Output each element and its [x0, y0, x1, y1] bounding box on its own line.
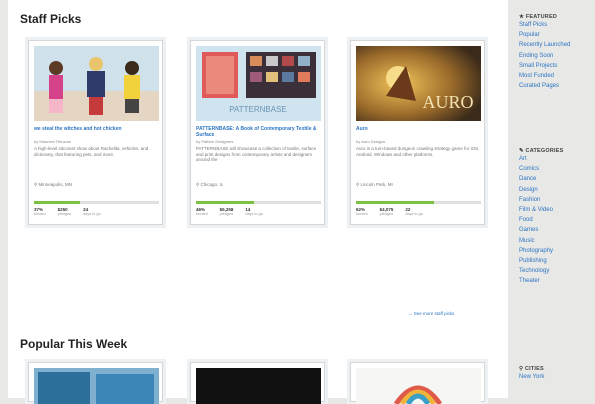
- sidebar-link-film-video[interactable]: Film & Video: [519, 205, 564, 215]
- sidebar-link-new-york[interactable]: New York: [519, 372, 544, 382]
- sidebar-link-staff-picks[interactable]: Staff Picks: [519, 20, 570, 30]
- project-card[interactable]: PATTERNBASE PATTERNBASE: A Book of Conte…: [190, 40, 325, 225]
- project-blurb: Auro is a turn-based dungeon crawling st…: [356, 146, 480, 157]
- sidebar-link-music[interactable]: Music: [519, 236, 564, 246]
- project-title[interactable]: PATTERNBASE: A Book of Contemporary Text…: [196, 126, 321, 138]
- sidebar-link-technology[interactable]: Technology: [519, 266, 564, 276]
- progress-bar: [34, 201, 159, 204]
- cities-section: ⚲ CITIES New York: [519, 366, 544, 382]
- project-image[interactable]: [196, 368, 321, 404]
- project-stats: 62% funded $4,075 pledged 22 days to go: [356, 207, 481, 217]
- sidebar-link-theater[interactable]: Theater: [519, 276, 564, 286]
- svg-text:PATTERNBASE: PATTERNBASE: [229, 105, 287, 114]
- progress-fill: [196, 201, 254, 204]
- stat-days: 22 days to go: [405, 207, 423, 216]
- project-creator: by Auro Designs: [356, 139, 386, 144]
- sidebar-link-publishing[interactable]: Publishing: [519, 256, 564, 266]
- sidebar-link-fashion[interactable]: Fashion: [519, 195, 564, 205]
- project-creator: by Pattern Designers: [196, 139, 234, 144]
- see-more-staff-picks-link[interactable]: → See more staff picks: [408, 311, 454, 316]
- project-blurb: A high-level sitcomet show about Racheli…: [34, 146, 149, 157]
- project-image[interactable]: [356, 368, 481, 404]
- sidebar-link-dance[interactable]: Dance: [519, 174, 564, 184]
- stat-funded: 46% funded: [196, 207, 208, 216]
- sidebar-link-art[interactable]: Art: [519, 154, 564, 164]
- project-card[interactable]: [190, 362, 325, 404]
- project-blurb: PATTERNBASE will showcase a collection o…: [196, 146, 317, 162]
- project-stats: 37% funded $250 pledged 24 days to go: [34, 207, 159, 217]
- progress-fill: [34, 201, 81, 204]
- progress-bar: [356, 201, 481, 204]
- project-card[interactable]: [350, 362, 485, 404]
- sidebar-link-popular[interactable]: Popular: [519, 30, 570, 40]
- stat-days: 14 days to go: [245, 207, 263, 216]
- sidebar-link-curated-pages[interactable]: Curated Pages: [519, 81, 570, 91]
- popular-heading: Popular This Week: [20, 337, 128, 351]
- sidebar-link-recently-launched[interactable]: Recently Launched: [519, 40, 570, 50]
- categories-section: ✎ CATEGORIES Art Comics Dance Design Fas…: [519, 148, 564, 287]
- sidebar-link-comics[interactable]: Comics: [519, 164, 564, 174]
- sidebar-link-food[interactable]: Food: [519, 215, 564, 225]
- project-title[interactable]: Auro: [356, 126, 481, 132]
- project-image[interactable]: PATTERNBASE: [196, 46, 321, 121]
- stat-funded: 62% funded: [356, 207, 368, 216]
- project-image[interactable]: [34, 368, 159, 404]
- sidebar-link-design[interactable]: Design: [519, 185, 564, 195]
- featured-section: ★ FEATURED Staff Picks Popular Recently …: [519, 14, 570, 91]
- stat-pledged: $250 pledged: [57, 207, 72, 216]
- project-image[interactable]: AURO: [356, 46, 481, 121]
- project-title[interactable]: we steal the witches and hot chicken: [34, 126, 159, 132]
- project-location[interactable]: ⚲ Lincoln Park, MI: [356, 182, 393, 188]
- project-creator: by Maureen Renzoni: [34, 139, 71, 144]
- progress-bar: [196, 201, 321, 204]
- sidebar-link-games[interactable]: Games: [519, 225, 564, 235]
- sidebar-link-photography[interactable]: Photography: [519, 246, 564, 256]
- project-image[interactable]: [34, 46, 159, 121]
- sidebar-link-ending-soon[interactable]: Ending Soon: [519, 51, 570, 61]
- stat-days: 24 days to go: [83, 207, 101, 216]
- project-card[interactable]: AURO Auro by Auro Designs Auro is a turn…: [350, 40, 485, 225]
- stat-funded: 37% funded: [34, 207, 46, 216]
- sidebar-link-most-funded[interactable]: Most Funded: [519, 71, 570, 81]
- progress-fill: [356, 201, 434, 204]
- project-location[interactable]: ⚲ Chicago, IL: [196, 182, 223, 188]
- svg-text:AURO: AURO: [422, 92, 473, 112]
- stat-pledged: $5,258 pledged: [219, 207, 234, 216]
- project-card[interactable]: [28, 362, 163, 404]
- project-location[interactable]: ⚲ Minneapolis, MN: [34, 182, 72, 188]
- staff-picks-heading: Staff Picks: [20, 12, 82, 26]
- stat-pledged: $4,075 pledged: [379, 207, 394, 216]
- main-content: Staff Picks we steal the witches and hot…: [8, 0, 508, 404]
- project-card[interactable]: we steal the witches and hot chicken by …: [28, 40, 163, 225]
- sidebar-link-small-projects[interactable]: Small Projects: [519, 61, 570, 71]
- project-stats: 46% funded $5,258 pledged 14 days to go: [196, 207, 321, 217]
